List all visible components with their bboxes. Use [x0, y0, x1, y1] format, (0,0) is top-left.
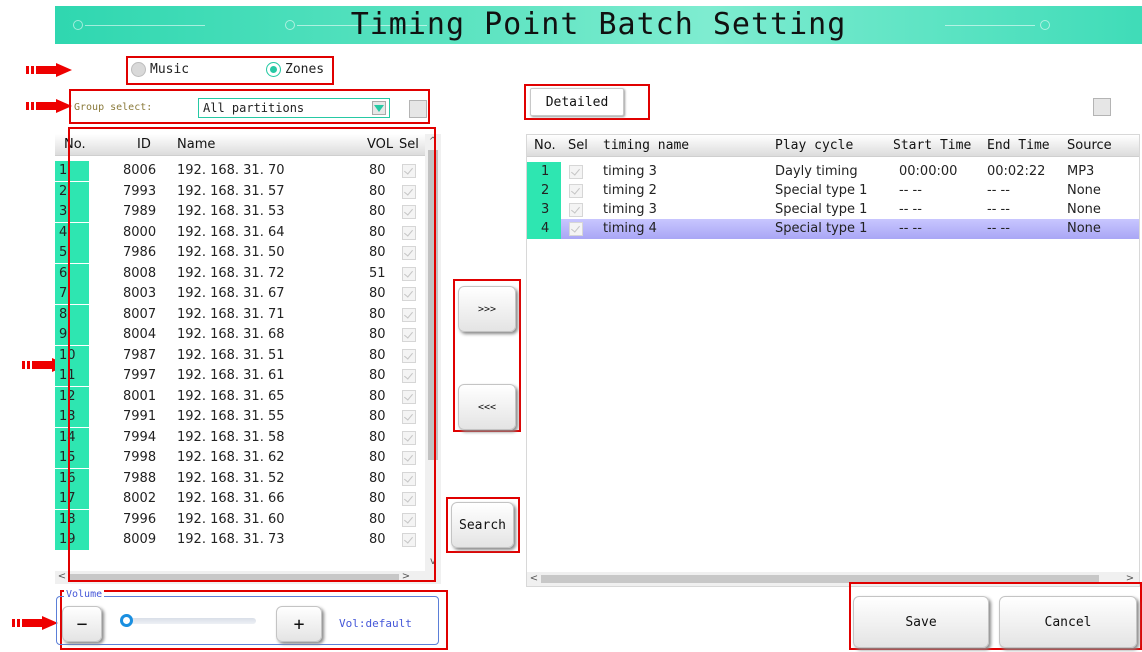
app-window: Timing Point Batch Setting Music Zones G…	[0, 0, 1142, 652]
row-select-checkbox[interactable]	[569, 165, 583, 179]
volume-legend: Volume	[64, 589, 105, 600]
cancel-button[interactable]: Cancel	[999, 596, 1137, 648]
row-source: None	[1067, 202, 1101, 217]
table-row[interactable]: 3 timing 3 Special type 1 -- -- -- -- None	[527, 200, 1139, 220]
red-arrow-icon	[26, 99, 72, 113]
page-title: Timing Point Batch Setting	[350, 7, 847, 42]
row-timing-name: timing 3	[603, 202, 657, 217]
row-number: 3	[527, 200, 561, 220]
timing-table-header: No. Sel timing name Play cycle Start Tim…	[527, 135, 1139, 157]
row-select-checkbox[interactable]	[569, 203, 583, 217]
red-arrow-icon	[12, 616, 58, 630]
search-button-label: Search	[459, 517, 506, 533]
row-number: 4	[527, 219, 561, 239]
group-select-label: Group select:	[74, 102, 153, 113]
timing-table-body: 1 timing 3 Dayly timing 00:00:00 00:02:22 MP3…	[527, 162, 1139, 252]
volume-slider[interactable]	[122, 618, 256, 624]
title-bar: Timing Point Batch Setting	[55, 6, 1142, 44]
row-source: None	[1067, 221, 1101, 236]
row-timing-name: timing 3	[603, 164, 657, 179]
row-play-cycle: Dayly timing	[775, 164, 858, 179]
table-row[interactable]: 1 timing 3 Dayly timing 00:00:00 00:02:22 MP3	[527, 162, 1139, 182]
volume-plus-button[interactable]: +	[276, 606, 322, 642]
row-play-cycle: Special type 1	[775, 202, 868, 217]
row-end-time: 00:02:22	[987, 164, 1046, 179]
select-all-checkbox[interactable]	[409, 100, 427, 118]
group-select[interactable]: All partitions	[198, 98, 390, 118]
cancel-button-label: Cancel	[1044, 614, 1092, 630]
radio-music-dot[interactable]	[131, 62, 146, 77]
col-no[interactable]: No.	[534, 135, 556, 157]
col-end-time[interactable]: End Time	[987, 135, 1050, 157]
remove-button-label: <<<	[477, 401, 497, 413]
red-arrow-icon	[26, 63, 72, 77]
detailed-button[interactable]: Detailed	[530, 88, 624, 116]
row-start-time: 00:00:00	[899, 164, 958, 179]
search-button[interactable]: Search	[451, 502, 514, 548]
row-play-cycle: Special type 1	[775, 183, 868, 198]
row-start-time: -- --	[899, 202, 922, 217]
radio-zones-label: Zones	[285, 62, 325, 77]
row-source: None	[1067, 183, 1101, 198]
add-button-label: >>>	[477, 303, 497, 315]
row-start-time: -- --	[899, 221, 922, 236]
row-end-time: -- --	[987, 202, 1010, 217]
row-select-checkbox[interactable]	[569, 184, 583, 198]
col-play-cycle[interactable]: Play cycle	[775, 135, 853, 157]
volume-minus-button[interactable]: −	[62, 606, 102, 642]
dropdown-button[interactable]	[372, 101, 386, 115]
row-number: 1	[527, 162, 561, 182]
add-button[interactable]: >>>	[458, 286, 516, 332]
radio-zones[interactable]: Zones	[266, 62, 324, 77]
row-timing-name: timing 4	[603, 221, 657, 236]
row-source: MP3	[1067, 164, 1095, 179]
table-row[interactable]: 2 timing 2 Special type 1 -- -- -- -- None	[527, 181, 1139, 201]
col-timing-name[interactable]: timing name	[603, 135, 689, 157]
volume-plus-label: +	[293, 613, 305, 635]
group-select-value: All partitions	[203, 101, 305, 115]
radio-music[interactable]: Music	[131, 62, 189, 77]
row-end-time: -- --	[987, 183, 1010, 198]
row-select-checkbox[interactable]	[569, 222, 583, 236]
chevron-down-icon	[374, 105, 384, 112]
save-button[interactable]: Save	[853, 596, 989, 648]
volume-status: Vol:default	[339, 617, 412, 630]
radio-zones-dot[interactable]	[266, 62, 281, 77]
detailed-button-label: Detailed	[545, 94, 609, 110]
col-start-time[interactable]: Start Time	[893, 135, 971, 157]
table-row[interactable]: 4 timing 4 Special type 1 -- -- -- -- None	[527, 219, 1139, 239]
timing-table: No. Sel timing name Play cycle Start Tim…	[526, 134, 1140, 587]
timing-select-all-checkbox[interactable]	[1093, 98, 1111, 116]
col-sel[interactable]: Sel	[568, 135, 588, 157]
row-start-time: -- --	[899, 183, 922, 198]
row-number: 2	[527, 181, 561, 201]
row-timing-name: timing 2	[603, 183, 657, 198]
col-source[interactable]: Source	[1067, 135, 1112, 157]
radio-music-label: Music	[150, 62, 190, 77]
save-button-label: Save	[905, 614, 937, 630]
scroll-left-icon[interactable]: <	[57, 571, 67, 583]
scroll-left-icon[interactable]: <	[529, 573, 539, 585]
row-end-time: -- --	[987, 221, 1010, 236]
row-play-cycle: Special type 1	[775, 221, 868, 236]
volume-minus-label: −	[76, 613, 88, 635]
volume-slider-thumb[interactable]	[120, 614, 133, 627]
remove-button[interactable]: <<<	[458, 384, 516, 430]
zones-table-highlight	[68, 127, 436, 582]
